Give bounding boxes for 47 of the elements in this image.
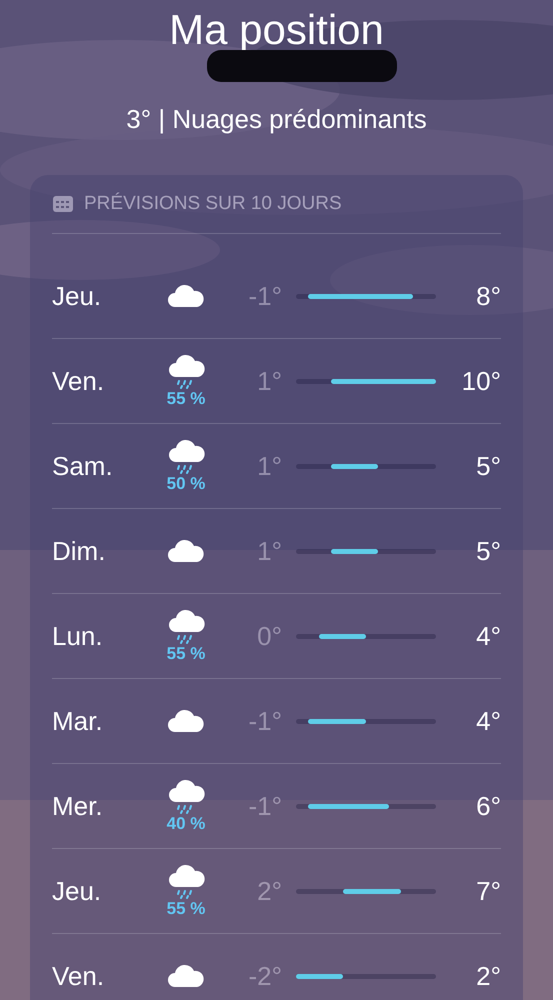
day-label: Jeu. [52, 280, 102, 312]
low-temperature: 1° [256, 450, 282, 482]
high-temperature: 5° [475, 450, 501, 482]
precipitation-chance: 40 % [166, 814, 206, 834]
low-temperature: -1° [247, 280, 282, 312]
day-label: Ven. [52, 960, 106, 992]
precipitation-chance: 55 % [166, 389, 206, 409]
high-temperature: 8° [475, 280, 501, 312]
low-temperature: 2° [256, 876, 282, 906]
temperature-range-bar [308, 718, 366, 724]
rain-cloud-icon [166, 778, 206, 814]
day-label: Mar. [52, 706, 104, 736]
rain-cloud-icon [166, 353, 206, 389]
high-temperature: 7° [475, 876, 501, 906]
temperature-range-bar [319, 634, 366, 638]
temperature-range-bar [331, 548, 378, 554]
high-temperature: 10° [460, 366, 501, 396]
low-temperature: 1° [256, 366, 282, 396]
temperature-range-bar [331, 464, 378, 468]
high-temperature: 5° [475, 536, 501, 566]
rain-cloud-icon [166, 608, 206, 644]
day-label: Jeu. [52, 876, 102, 906]
low-temperature: -1° [247, 790, 282, 822]
precipitation-chance: 50 % [166, 474, 206, 494]
forecast-heading: PRÉVISIONS SUR 10 JOURS [84, 193, 342, 215]
weather-summary: 3° | Nuages prédominants [126, 104, 427, 135]
precipitation-chance: 55 % [166, 644, 206, 664]
low-temperature: -2° [247, 960, 282, 992]
calendar-icon [52, 195, 74, 213]
temperature-range-bar [296, 974, 343, 978]
precipitation-chance: 55 % [166, 899, 206, 919]
low-temperature: 1° [256, 536, 282, 566]
day-label: Sam. [52, 450, 114, 482]
temperature-range-bar [342, 888, 401, 894]
high-temperature: 4° [475, 706, 501, 736]
day-label: Mer. [52, 790, 104, 822]
day-label: Lun. [52, 620, 104, 652]
location-title: Ma position [169, 6, 384, 54]
rain-cloud-icon [166, 438, 206, 474]
day-label: Dim. [52, 536, 106, 566]
day-label: Ven. [52, 366, 106, 396]
high-temperature: 2° [475, 960, 501, 992]
low-temperature: 0° [256, 620, 282, 652]
rain-cloud-icon [166, 863, 206, 899]
low-temperature: -1° [247, 706, 282, 736]
high-temperature: 6° [475, 790, 501, 822]
high-temperature: 4° [475, 620, 501, 652]
